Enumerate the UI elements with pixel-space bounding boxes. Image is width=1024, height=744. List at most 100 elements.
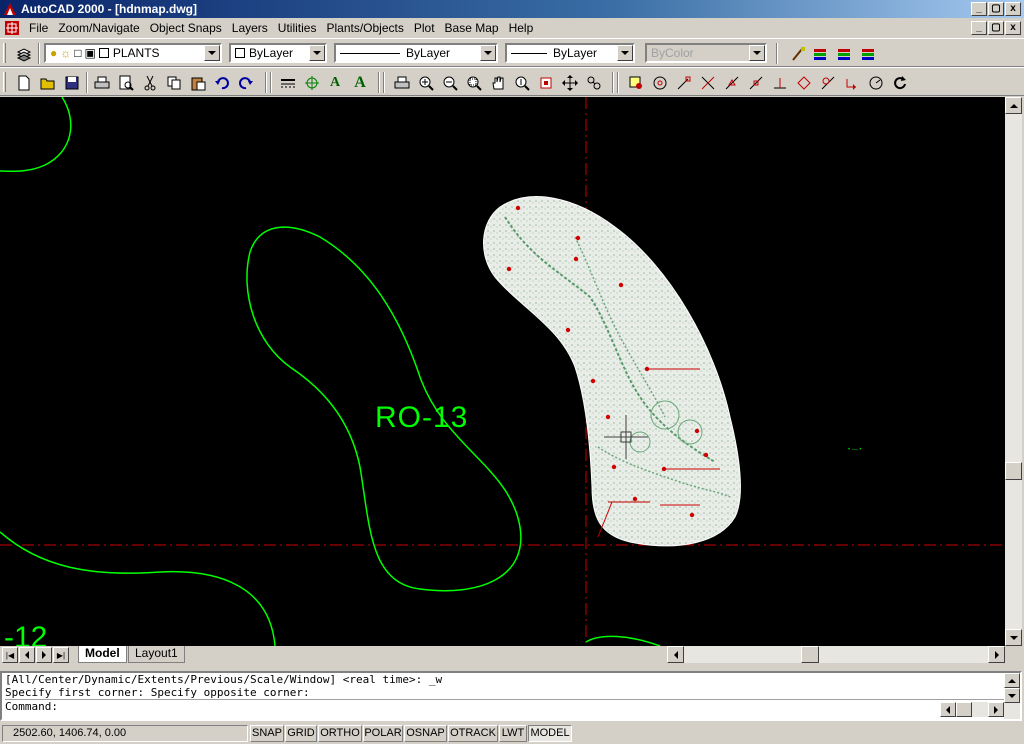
document-icon[interactable]: [4, 20, 20, 36]
snap-nearest-button[interactable]: [746, 73, 766, 93]
pan-button[interactable]: [488, 73, 508, 93]
cut-button[interactable]: [140, 73, 160, 93]
snap-perpendicular-button[interactable]: [770, 73, 790, 93]
match-properties-button[interactable]: [788, 44, 808, 64]
layer-dropdown[interactable]: ● ☼ □ ▣ PLANTS: [44, 43, 222, 63]
menu-plot[interactable]: Plot: [409, 21, 440, 35]
drawing-svg[interactable]: • — • RO-13 -12: [0, 97, 1005, 646]
cmd-scroll-up-button[interactable]: [1004, 673, 1020, 688]
snap-intersection-button[interactable]: [698, 73, 718, 93]
snap-quadrant-button[interactable]: [794, 73, 814, 93]
plant-point[interactable]: [573, 256, 579, 262]
zoom-out-button[interactable]: [440, 73, 460, 93]
snap-midpoint-button[interactable]: [722, 73, 742, 93]
menu-layers[interactable]: Layers: [227, 21, 273, 35]
zoom-realtime-button[interactable]: [512, 73, 532, 93]
linetype-dropdown[interactable]: ByLayer: [334, 43, 498, 63]
scroll-up-button[interactable]: [1005, 97, 1022, 114]
model-toggle[interactable]: MODEL: [528, 725, 572, 742]
scale-button[interactable]: [584, 73, 604, 93]
drawing-canvas[interactable]: • — • RO-13 -12: [0, 97, 1005, 646]
plant-point[interactable]: [632, 496, 638, 502]
scroll-down-button[interactable]: [1005, 629, 1022, 646]
osnap-settings-button[interactable]: [626, 73, 646, 93]
hscroll-thumb[interactable]: [801, 646, 819, 663]
plant-point[interactable]: [506, 266, 512, 272]
lwt-toggle[interactable]: LWT: [499, 725, 527, 742]
move-button[interactable]: [560, 73, 580, 93]
restore-button[interactable]: ▢: [988, 2, 1004, 16]
snap-insertion-button[interactable]: [842, 73, 862, 93]
plant-point[interactable]: [618, 282, 624, 288]
menu-object-snaps[interactable]: Object Snaps: [145, 21, 227, 35]
plant-point[interactable]: [689, 512, 695, 518]
last-tab-button[interactable]: ▶|: [53, 647, 69, 663]
ortho-toggle[interactable]: ORTHO: [318, 725, 362, 742]
plot-button[interactable]: [92, 73, 112, 93]
toolbar-grip[interactable]: [3, 72, 6, 92]
osnap-toggle[interactable]: OSNAP: [404, 725, 447, 742]
otrack-toggle[interactable]: OTRACK: [448, 725, 498, 742]
linetype-button[interactable]: [278, 73, 298, 93]
zoom-in-button[interactable]: [416, 73, 436, 93]
coordinate-display[interactable]: 2502.60, 1406.74, 0.00: [2, 725, 248, 742]
plot-preview-button[interactable]: [116, 73, 136, 93]
layer-states-button[interactable]: [834, 44, 854, 64]
refresh-button[interactable]: [890, 73, 910, 93]
layer-tools-button[interactable]: [858, 44, 878, 64]
vertical-scrollbar[interactable]: [1005, 97, 1022, 646]
cmd-scroll-left-button[interactable]: [940, 702, 956, 717]
doc-close-button[interactable]: x: [1005, 21, 1021, 35]
menu-base-map[interactable]: Base Map: [440, 21, 504, 35]
command-input[interactable]: Command:: [5, 699, 1020, 713]
chevron-down-icon[interactable]: [309, 45, 325, 61]
undo-button[interactable]: [212, 73, 232, 93]
polar-toggle[interactable]: POLAR: [363, 725, 403, 742]
first-tab-button[interactable]: |◀: [2, 647, 18, 663]
layer-previous-button[interactable]: [810, 44, 830, 64]
chevron-down-icon[interactable]: [204, 45, 220, 61]
prev-tab-button[interactable]: [19, 647, 35, 663]
paste-button[interactable]: [188, 73, 208, 93]
color-dropdown[interactable]: ByLayer: [229, 43, 327, 63]
text-button[interactable]: A: [325, 73, 345, 93]
doc-minimize-button[interactable]: _: [971, 21, 987, 35]
tab-model[interactable]: Model: [78, 646, 127, 663]
layer-manager-button[interactable]: [14, 44, 34, 64]
snap-center-button[interactable]: [650, 73, 670, 93]
plant-point[interactable]: [590, 378, 596, 384]
plant-point[interactable]: [611, 464, 617, 470]
horizontal-scrollbar[interactable]: [667, 646, 1005, 663]
autocad-app-icon[interactable]: [3, 2, 17, 16]
open-button[interactable]: [38, 73, 58, 93]
zoom-extents-button[interactable]: [536, 73, 556, 93]
close-button[interactable]: x: [1005, 2, 1021, 16]
scroll-left-button[interactable]: [667, 646, 684, 663]
toolbar-grip[interactable]: [3, 43, 6, 63]
grid-toggle[interactable]: GRID: [285, 725, 317, 742]
redo-button[interactable]: [236, 73, 256, 93]
cmd-hscrollbar[interactable]: [940, 702, 1004, 717]
plant-point[interactable]: [605, 414, 611, 420]
doc-restore-button[interactable]: ▢: [988, 21, 1004, 35]
copy-button[interactable]: [164, 73, 184, 93]
tab-layout1[interactable]: Layout1: [128, 646, 185, 663]
snap-toggle[interactable]: SNAP: [250, 725, 284, 742]
menu-file[interactable]: File: [24, 21, 53, 35]
plant-point[interactable]: [575, 235, 581, 241]
snap-endpoint-button[interactable]: [674, 73, 694, 93]
cmd-scroll-right-button[interactable]: [988, 702, 1004, 717]
save-button[interactable]: [62, 73, 82, 93]
snap-tangent-button[interactable]: [818, 73, 838, 93]
minimize-button[interactable]: _: [971, 2, 987, 16]
command-scrollbar[interactable]: [1004, 673, 1020, 719]
lineweight-dropdown[interactable]: ByLayer: [505, 43, 635, 63]
scroll-right-button[interactable]: [988, 646, 1005, 663]
plant-point[interactable]: [565, 327, 571, 333]
insert-block-button[interactable]: [302, 73, 322, 93]
menu-help[interactable]: Help: [504, 21, 539, 35]
menu-plants-objects[interactable]: Plants/Objects: [321, 21, 408, 35]
scroll-thumb[interactable]: [1005, 462, 1022, 480]
plant-point[interactable]: [515, 205, 521, 211]
plant-point[interactable]: [694, 428, 700, 434]
